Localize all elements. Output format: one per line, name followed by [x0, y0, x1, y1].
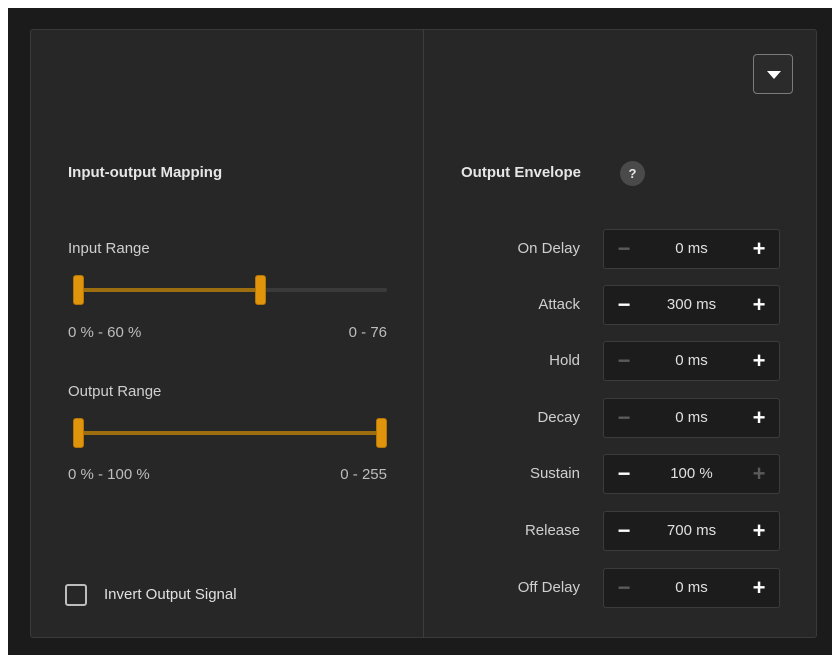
- on-delay-decrement-button[interactable]: −: [606, 230, 642, 268]
- attack-label: Attack: [538, 296, 580, 313]
- off-delay-value[interactable]: 0 ms: [640, 569, 743, 607]
- sustain-value[interactable]: 100 %: [640, 455, 743, 493]
- input-range-fill: [78, 288, 261, 292]
- dropdown-button[interactable]: [753, 54, 793, 94]
- on-delay-stepper: −0 ms +: [603, 229, 780, 269]
- invert-output-checkbox[interactable]: [65, 584, 87, 606]
- attack-increment-button[interactable]: +: [741, 286, 777, 324]
- release-value[interactable]: 700 ms: [640, 512, 743, 550]
- release-stepper: −700 ms +: [603, 511, 780, 551]
- hold-value[interactable]: 0 ms: [640, 342, 743, 380]
- hold-stepper: −0 ms +: [603, 341, 780, 381]
- attack-decrement-button[interactable]: −: [606, 286, 642, 324]
- input-range-label: Input Range: [68, 240, 150, 257]
- input-range-slider[interactable]: [73, 275, 387, 305]
- output-range-percent: 0 % - 100 %: [68, 466, 150, 483]
- hold-increment-button[interactable]: +: [741, 342, 777, 380]
- off-delay-increment-button[interactable]: +: [741, 569, 777, 607]
- sustain-stepper: −100 % +: [603, 454, 780, 494]
- output-range-max-handle[interactable]: [376, 418, 387, 448]
- sustain-decrement-button[interactable]: −: [606, 455, 642, 493]
- mapping-heading: Input-output Mapping: [68, 164, 223, 181]
- off-delay-decrement-button[interactable]: −: [606, 569, 642, 607]
- invert-output-label: Invert Output Signal: [104, 586, 237, 603]
- help-icon[interactable]: ?: [620, 161, 645, 186]
- output-range-min-handle[interactable]: [73, 418, 84, 448]
- caret-down-icon: [767, 71, 781, 79]
- sustain-label: Sustain: [529, 465, 580, 482]
- decay-value[interactable]: 0 ms: [640, 399, 743, 437]
- input-range-value: 0 - 76: [348, 324, 387, 341]
- input-range-min-handle[interactable]: [73, 275, 84, 305]
- release-increment-button[interactable]: +: [741, 512, 777, 550]
- decay-decrement-button[interactable]: −: [606, 399, 642, 437]
- off-delay-stepper: −0 ms +: [603, 568, 780, 608]
- attack-value[interactable]: 300 ms: [640, 286, 743, 324]
- panel-divider: [423, 29, 424, 638]
- hold-decrement-button[interactable]: −: [606, 342, 642, 380]
- sustain-increment-button[interactable]: +: [741, 455, 777, 493]
- output-range-slider[interactable]: [73, 418, 387, 448]
- output-range-fill: [78, 431, 382, 435]
- decay-increment-button[interactable]: +: [741, 399, 777, 437]
- on-delay-increment-button[interactable]: +: [741, 230, 777, 268]
- decay-label: Decay: [537, 409, 580, 426]
- release-label: Release: [524, 522, 580, 539]
- envelope-heading: Output Envelope: [461, 164, 581, 181]
- release-decrement-button[interactable]: −: [606, 512, 642, 550]
- off-delay-label: Off Delay: [517, 579, 580, 596]
- hold-label: Hold: [549, 352, 580, 369]
- input-range-percent: 0 % - 60 %: [68, 324, 142, 341]
- output-range-value: 0 - 255: [340, 466, 387, 483]
- decay-stepper: −0 ms +: [603, 398, 780, 438]
- output-range-label: Output Range: [68, 383, 162, 400]
- input-range-max-handle[interactable]: [254, 275, 266, 305]
- on-delay-value[interactable]: 0 ms: [640, 230, 743, 268]
- on-delay-label: On Delay: [517, 240, 580, 257]
- attack-stepper: −300 ms +: [603, 285, 780, 325]
